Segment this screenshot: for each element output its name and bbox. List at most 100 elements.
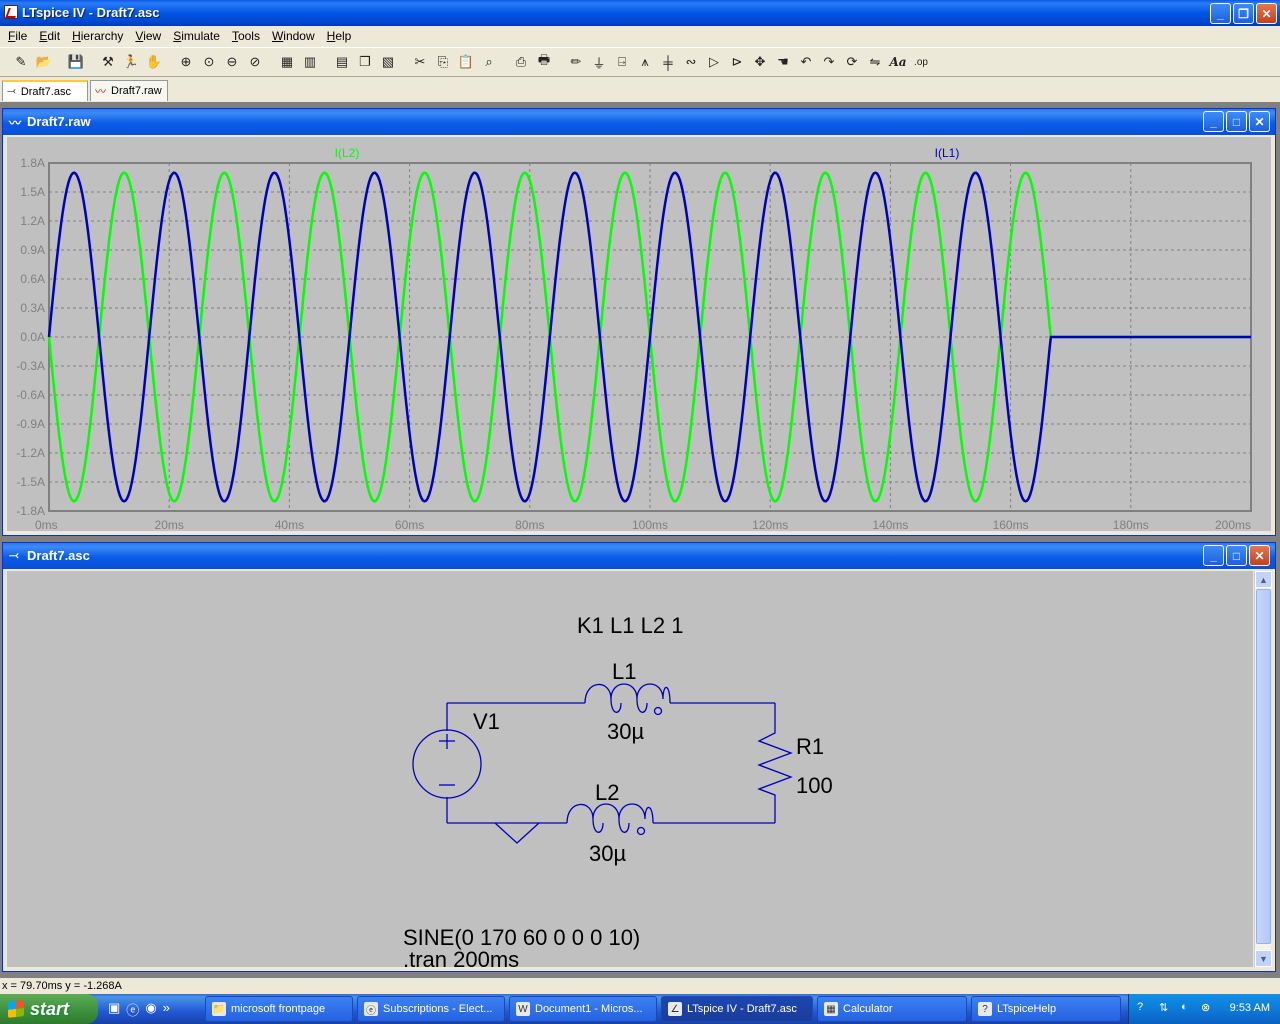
menu-simulate[interactable]: Simulate (167, 29, 226, 43)
schematic-canvas[interactable]: K1 L1 L2 1 L1 30µ V1 R1 100 L2 30µ SINE(… (7, 571, 1255, 969)
scroll-up-icon[interactable]: ▲ (1255, 571, 1272, 588)
print-setup-icon[interactable]: ⎙ (510, 51, 532, 73)
plot-minimize-button[interactable]: _ (1203, 111, 1224, 132)
menu-help[interactable]: Help (321, 29, 358, 43)
spice-directive-icon[interactable]: .op (910, 51, 932, 73)
tile-horizontal-icon[interactable]: ▤ (331, 51, 353, 73)
start-button[interactable]: start (0, 994, 98, 1024)
zoom-out-icon[interactable]: ⊖ (221, 51, 243, 73)
zoom-cancel-icon[interactable]: ⊘ (244, 51, 266, 73)
security-tray-icon[interactable]: ⊗ (1201, 1001, 1215, 1015)
text-icon[interactable]: Aa (887, 51, 909, 73)
coupling-directive[interactable]: K1 L1 L2 1 (577, 613, 683, 638)
schematic-drawing[interactable]: K1 L1 L2 1 L1 30µ V1 R1 100 L2 30µ SINE(… (7, 571, 1255, 969)
l2-value-label[interactable]: 30µ (589, 841, 626, 866)
paste-icon[interactable]: 📋 (455, 51, 477, 73)
menu-hierarchy[interactable]: Hierarchy (66, 29, 129, 43)
resistor-icon[interactable]: ⩚ (634, 51, 656, 73)
menu-file[interactable]: File (2, 29, 33, 43)
menu-view[interactable]: View (129, 29, 167, 43)
taskbar-button[interactable]: W Document1 - Micros... (509, 996, 657, 1022)
help-tray-icon[interactable]: ? (1137, 1001, 1151, 1015)
waveform-plot[interactable]: 1.8A 1.5A 1.2A 0.9A 0.6A 0.3A 0.0A -0.3A -0.6A -0… (7, 137, 1273, 533)
internet-explorer-icon[interactable]: ⓔ (126, 1000, 139, 1019)
wire-icon[interactable]: ✏ (565, 51, 587, 73)
l1-name-label[interactable]: L1 (612, 659, 636, 684)
plot-pane[interactable]: 1.8A 1.5A 1.2A 0.9A 0.6A 0.3A 0.0A -0.3A -0.6A -0… (7, 137, 1273, 533)
trace-label-il2[interactable]: I(L2) (335, 146, 360, 160)
menu-window[interactable]: Window (266, 29, 321, 43)
schematic-window-title-bar[interactable]: ⤙ Draft7.asc _ □ ✕ (3, 543, 1275, 569)
scroll-thumb[interactable] (1256, 589, 1271, 944)
r1-name-label[interactable]: R1 (796, 734, 824, 759)
taskbar-button[interactable]: ∠ LTspice IV - Draft7.asc (661, 996, 813, 1022)
waveform-window-title-bar[interactable]: 〰 Draft7.raw _ □ ✕ (3, 109, 1275, 135)
open-icon[interactable]: 📂 (33, 51, 55, 73)
plot-maximize-button[interactable]: □ (1226, 111, 1247, 132)
v1-name-label[interactable]: V1 (473, 709, 500, 734)
rotate-icon[interactable]: ⟳ (841, 51, 863, 73)
mirror-icon[interactable]: ⇋ (864, 51, 886, 73)
tab-draft7-asc[interactable]: ⤙ Draft7.asc (2, 80, 88, 101)
ground-icon[interactable]: ⏚ (588, 51, 610, 73)
move-icon[interactable]: ✥ (749, 51, 771, 73)
menu-edit[interactable]: Edit (33, 29, 66, 43)
capacitor-icon[interactable]: ╪ (657, 51, 679, 73)
main-title-bar[interactable]: LTspice IV - Draft7.asc _ ❐ ✕ (0, 0, 1280, 26)
grid-icon[interactable]: ▥ (299, 51, 321, 73)
halt-icon[interactable]: ✋ (143, 51, 165, 73)
component-icon[interactable]: ⊳ (726, 51, 748, 73)
network-tray-icon[interactable]: ⇅ (1159, 1001, 1173, 1015)
inductor-l2[interactable] (566, 803, 654, 824)
label-net-icon[interactable]: ⍈ (611, 51, 633, 73)
word-icon: W (516, 1002, 530, 1016)
inductor-icon[interactable]: ∾ (680, 51, 702, 73)
schematic-minimize-button[interactable]: _ (1203, 545, 1224, 566)
trace-label-il1[interactable]: I(L1) (935, 146, 960, 160)
zoom-pan-icon[interactable]: ⊙ (198, 51, 220, 73)
schematic-close-button[interactable]: ✕ (1249, 545, 1270, 566)
tab-draft7-raw[interactable]: 〰 Draft7.raw (90, 80, 168, 101)
r1-value-label[interactable]: 100 (796, 773, 833, 798)
cut-icon[interactable]: ✂ (409, 51, 431, 73)
plot-close-button[interactable]: ✕ (1249, 111, 1270, 132)
inductor-l1[interactable] (584, 683, 671, 704)
ltspice-app-icon[interactable] (4, 5, 18, 19)
waveform-icon: 〰 (9, 116, 22, 130)
show-desktop-icon[interactable]: ▣ (108, 1000, 120, 1019)
minimize-button[interactable]: _ (1210, 3, 1231, 24)
save-icon[interactable]: 💾 (65, 51, 87, 73)
taskbar-button[interactable]: ? LTspiceHelp (971, 996, 1121, 1022)
cascade-icon[interactable]: ❐ (354, 51, 376, 73)
more-icon[interactable]: » (163, 1000, 170, 1019)
taskbar-button[interactable]: ⓔ Subscriptions - Elect... (357, 996, 505, 1022)
copy-icon[interactable]: ⎘ (432, 51, 454, 73)
control-panel-icon[interactable]: ⚒ (97, 51, 119, 73)
diode-icon[interactable]: ▷ (703, 51, 725, 73)
scroll-down-icon[interactable]: ▼ (1255, 950, 1272, 967)
find-icon[interactable]: ⌕ (478, 51, 500, 73)
drag-icon[interactable]: ☚ (772, 51, 794, 73)
print-icon[interactable]: 🖶 (533, 51, 555, 73)
menu-tools[interactable]: Tools (226, 29, 266, 43)
schematic-maximize-button[interactable]: □ (1226, 545, 1247, 566)
volume-tray-icon[interactable]: ◐ (1181, 1001, 1195, 1015)
zoom-in-icon[interactable]: ⊕ (175, 51, 197, 73)
taskbar-button[interactable]: ▦ Calculator (817, 996, 967, 1022)
run-icon[interactable]: 🏃 (120, 51, 142, 73)
new-schematic-icon[interactable]: ✎ (10, 51, 32, 73)
l1-value-label[interactable]: 30µ (607, 719, 644, 744)
l2-name-label[interactable]: L2 (595, 780, 619, 805)
media-icon[interactable]: ◉ (145, 1000, 156, 1019)
autorange-icon[interactable]: ▦ (276, 51, 298, 73)
tile-vertical-icon[interactable]: ▧ (377, 51, 399, 73)
redo-icon[interactable]: ↷ (818, 51, 840, 73)
tran-directive[interactable]: .tran 200ms (403, 947, 519, 969)
maximize-button[interactable]: ❐ (1233, 3, 1254, 24)
schematic-vertical-scrollbar[interactable]: ▲ ▼ (1254, 571, 1272, 967)
ground-symbol[interactable] (494, 822, 540, 844)
resistor-r1[interactable] (757, 726, 793, 799)
taskbar-button[interactable]: 📁 microsoft frontpage (205, 996, 353, 1022)
close-button[interactable]: ✕ (1256, 3, 1277, 24)
undo-icon[interactable]: ↶ (795, 51, 817, 73)
